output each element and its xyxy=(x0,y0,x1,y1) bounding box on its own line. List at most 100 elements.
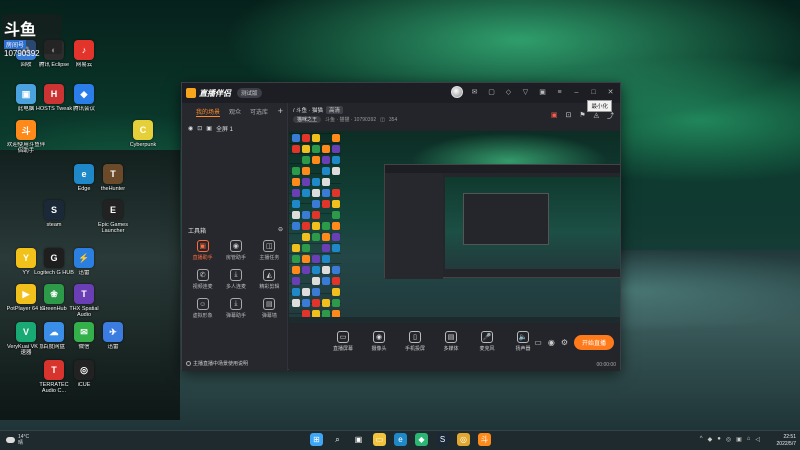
source-label: 摄像头 xyxy=(371,346,387,352)
desktop-icon[interactable]: T THX Spatial Audio xyxy=(66,284,102,318)
app-icon: ❀ xyxy=(44,284,64,304)
preview-mini-icon xyxy=(302,288,310,296)
tab-audience[interactable]: 观众 xyxy=(229,107,241,117)
flag-icon[interactable]: ⚑ xyxy=(579,111,585,121)
preview-mini-icon xyxy=(322,178,330,186)
douyu-companion-icon[interactable]: 斗 xyxy=(478,433,491,446)
tool-item[interactable]: ▣ 直播助手 xyxy=(186,240,219,261)
desktop-icon[interactable]: E Epic Games Launcher xyxy=(95,200,131,234)
desktop-icon[interactable]: ⚡ 迅雷 xyxy=(66,248,102,276)
title-bar[interactable]: 直播伴侣 测试版 ✉ ▢ ◇ ▽ ▣ ≡ – □ ✕ 最小化 xyxy=(182,83,620,112)
task-view-icon[interactable]: ▣ xyxy=(352,433,365,446)
steam-icon[interactable]: S xyxy=(436,433,449,446)
room-badge-number: 10790392 xyxy=(4,49,40,58)
preview-mini-icon xyxy=(312,189,320,197)
source-button[interactable]: ▤ 多媒体 xyxy=(439,331,463,352)
network-icon[interactable]: ⌂ xyxy=(747,436,751,443)
share-icon[interactable]: ⤴ xyxy=(607,111,614,121)
source-button[interactable]: ▯ 手机投屏 xyxy=(403,331,427,352)
source-label: 麦克风 xyxy=(479,346,495,352)
camera-icon[interactable]: ▭ xyxy=(534,338,542,347)
desktop-icon-label: 迅雷 xyxy=(107,344,119,350)
gift-box-icon[interactable]: ▣ xyxy=(551,111,558,121)
desktop-icon[interactable]: ✈ 迅雷 xyxy=(95,322,131,350)
maximize-icon[interactable]: □ xyxy=(588,87,599,98)
desktop-icon[interactable]: ◆ 腾讯会议 xyxy=(66,84,102,112)
preview-mini-icon xyxy=(332,189,340,197)
scene-hint[interactable]: 主播直播中场景使用说明 xyxy=(186,360,248,367)
tools-more-icon[interactable]: ⊖ xyxy=(278,226,283,235)
edge-icon[interactable]: e xyxy=(394,433,407,446)
desktop-icon[interactable]: ♪ 网易云 xyxy=(66,40,102,68)
desktop-icon[interactable]: 斗欢迎使用斗鱼伴侣助手 xyxy=(7,120,45,154)
preview-mini-icon xyxy=(312,156,320,164)
source-button[interactable]: 🔈 扬声器 xyxy=(511,331,535,352)
menu-icon[interactable]: ≡ xyxy=(554,87,565,98)
windows-start-icon[interactable]: ⊞ xyxy=(310,433,323,446)
desktop-icon[interactable]: C Cyberpunk xyxy=(125,120,161,148)
settings-gear-icon[interactable]: ⚙ xyxy=(561,338,568,347)
lock-icon[interactable]: ⊡ xyxy=(197,125,202,132)
lock-room-icon[interactable]: ⊡ xyxy=(565,111,571,121)
tool-item[interactable]: ◭ 精彩剪辑 xyxy=(253,269,286,290)
source-button[interactable]: 🎤 麦克风 xyxy=(475,331,499,352)
tray-app-icon[interactable]: ● xyxy=(717,436,721,443)
version-pill[interactable]: 测试版 xyxy=(237,88,262,98)
bell-icon[interactable]: ◬ xyxy=(594,111,599,121)
tool-label: 主播任务 xyxy=(259,255,280,261)
room-category-chip[interactable]: 猫咪之王 xyxy=(293,116,322,123)
chrome-icon[interactable]: ◎ xyxy=(457,433,470,446)
chevron-up-icon[interactable]: ^ xyxy=(700,436,703,443)
tool-icon: ▣ xyxy=(196,240,209,252)
clock[interactable]: 22:51 2022/5/7 xyxy=(777,434,796,448)
volume-icon[interactable]: ◁ xyxy=(755,436,760,443)
scene-hint-text: 主播直播中场景使用说明 xyxy=(193,361,249,367)
preview-mini-icon xyxy=(322,233,330,241)
preview-mini-icon xyxy=(312,288,320,296)
source-button[interactable]: ▭ 直播屏幕 xyxy=(331,331,355,352)
preview-mini-icon xyxy=(302,244,310,252)
start-stream-button[interactable]: 开始直播 xyxy=(573,335,614,350)
avatar[interactable] xyxy=(451,86,463,98)
add-scene-icon[interactable]: + xyxy=(278,106,283,116)
app-icon: T xyxy=(44,360,64,380)
tool-item[interactable]: ◉ 房管助手 xyxy=(219,240,252,261)
source-button[interactable]: ◉ 摄像头 xyxy=(367,331,391,352)
close-icon[interactable]: ✕ xyxy=(605,87,616,98)
preview-mini-icon xyxy=(292,266,300,274)
shirt-icon[interactable]: ▽ xyxy=(520,87,531,98)
bag-icon[interactable]: ▣ xyxy=(537,87,548,98)
message-icon[interactable]: ✉ xyxy=(469,87,480,98)
tool-item[interactable]: ⤓ 多人连麦 xyxy=(219,269,252,290)
preview-mini-icon xyxy=(302,266,310,274)
tool-item[interactable]: ◫ 主播任务 xyxy=(253,240,286,261)
file-explorer-icon[interactable]: ▭ xyxy=(373,433,386,446)
tool-item[interactable]: ✆ 视频连麦 xyxy=(186,269,219,290)
tool-item[interactable]: ☺ 虚拟形象 xyxy=(186,298,219,319)
quality-tag[interactable]: 高清 xyxy=(325,106,343,114)
tool-item[interactable]: ▤ 弹幕墙 xyxy=(253,298,286,319)
desktop-icon[interactable]: Ssteam xyxy=(36,200,72,228)
desktop-icon[interactable]: TtheHunter xyxy=(95,164,131,192)
preview-eye-icon[interactable]: ◉ xyxy=(548,338,555,347)
desktop-icon-label: Cyberpunk xyxy=(129,142,157,148)
weather-widget[interactable]: 14°C 晴 xyxy=(6,434,29,446)
minimize-icon[interactable]: – xyxy=(571,87,582,98)
chat-icon[interactable]: ▢ xyxy=(486,87,497,98)
tray-app-icon[interactable]: ◎ xyxy=(726,436,731,443)
preview-mini-icon xyxy=(292,134,300,142)
eye-icon[interactable]: ◉ xyxy=(188,125,193,132)
stream-preview[interactable] xyxy=(289,131,620,323)
shield-app-icon[interactable]: ◆ xyxy=(415,433,428,446)
gift-icon[interactable]: ◇ xyxy=(503,87,514,98)
tab-library[interactable]: 可选库 xyxy=(250,107,268,117)
tool-item[interactable]: ⤓ 弹幕助手 xyxy=(219,298,252,319)
scene-item[interactable]: ◉ ⊡ ▣ 全屏 1 xyxy=(182,121,287,136)
tray-app-icon[interactable]: ◆ xyxy=(708,436,713,443)
app-icon: S xyxy=(44,200,64,220)
tray-app-icon[interactable]: ▣ xyxy=(736,436,742,443)
tab-my-scenes[interactable]: 我的场景 xyxy=(196,107,221,117)
desktop-icon[interactable]: ◎ iCUE xyxy=(66,360,102,388)
tool-icon: ◭ xyxy=(263,269,276,281)
search-icon[interactable]: ⌕ xyxy=(331,433,344,446)
